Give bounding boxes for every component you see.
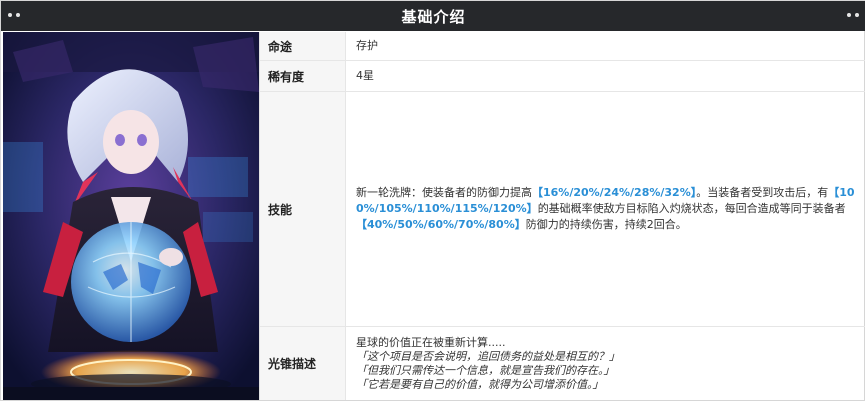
row-skill: 技能 新一轮洗牌：使装备者的防御力提高【16%/20%/24%/28%/32%】… xyxy=(260,92,865,327)
character-portrait-icon xyxy=(3,32,259,400)
light-cone-portrait xyxy=(3,32,259,400)
skill-value: 新一轮洗牌：使装备者的防御力提高【16%/20%/24%/28%/32%】。当装… xyxy=(346,92,865,326)
skill-highlight-defense: 【16%/20%/24%/28%/32%】 xyxy=(532,186,697,199)
description-line: 「这个项目是否会说明，追回债务的益处是相互的？」 xyxy=(356,349,620,363)
skill-text-part: 防御力的持续伤害，持续2回合。 xyxy=(525,218,687,231)
rarity-label: 稀有度 xyxy=(260,61,346,91)
description-line: 「它若是要有自己的价值，就得为公司增添价值。」 xyxy=(356,377,604,391)
description-line: 星球的价值正在被重新计算..... xyxy=(356,335,506,349)
skill-label: 技能 xyxy=(260,92,346,326)
skill-text: 新一轮洗牌：使装备者的防御力提高【16%/20%/24%/28%/32%】。当装… xyxy=(356,185,858,233)
header-dots-left-icon xyxy=(8,13,20,17)
path-label: 命途 xyxy=(260,32,346,60)
description-line: 「但我们只需传达一个信息，就是宣告我们的存在。」 xyxy=(356,363,615,377)
header-dots-right-icon xyxy=(847,13,859,17)
skill-highlight-damage: 【40%/50%/60%/70%/80%】 xyxy=(356,218,526,231)
row-path: 命途 存护 xyxy=(260,32,865,61)
basic-info-panel: 基础介绍 命途 存护 稀有度 4星 技能 新一轮洗牌：使装备者的防御力提高【16… xyxy=(0,0,865,401)
row-description: 光锥描述 星球的价值正在被重新计算..... 「这个项目是否会说明，追回债务的益… xyxy=(260,327,865,400)
rarity-value: 4星 xyxy=(356,69,374,82)
description-value: 星球的价值正在被重新计算..... 「这个项目是否会说明，追回债务的益处是相互的… xyxy=(346,327,865,400)
section-title: 基础介绍 xyxy=(401,7,466,26)
section-header: 基础介绍 xyxy=(1,1,865,31)
skill-text-part: 的基础概率使敌方目标陷入灼烧状态，每回合造成等同于装备者 xyxy=(537,202,846,215)
skill-text-part: 新一轮洗牌：使装备者的防御力提高 xyxy=(356,186,532,199)
info-table: 命途 存护 稀有度 4星 技能 新一轮洗牌：使装备者的防御力提高【16%/20%… xyxy=(259,32,865,400)
path-value: 存护 xyxy=(356,39,378,52)
row-rarity: 稀有度 4星 xyxy=(260,61,865,92)
description-label: 光锥描述 xyxy=(260,327,346,400)
skill-text-part: 。当装备者受到攻击后，有 xyxy=(696,186,829,199)
